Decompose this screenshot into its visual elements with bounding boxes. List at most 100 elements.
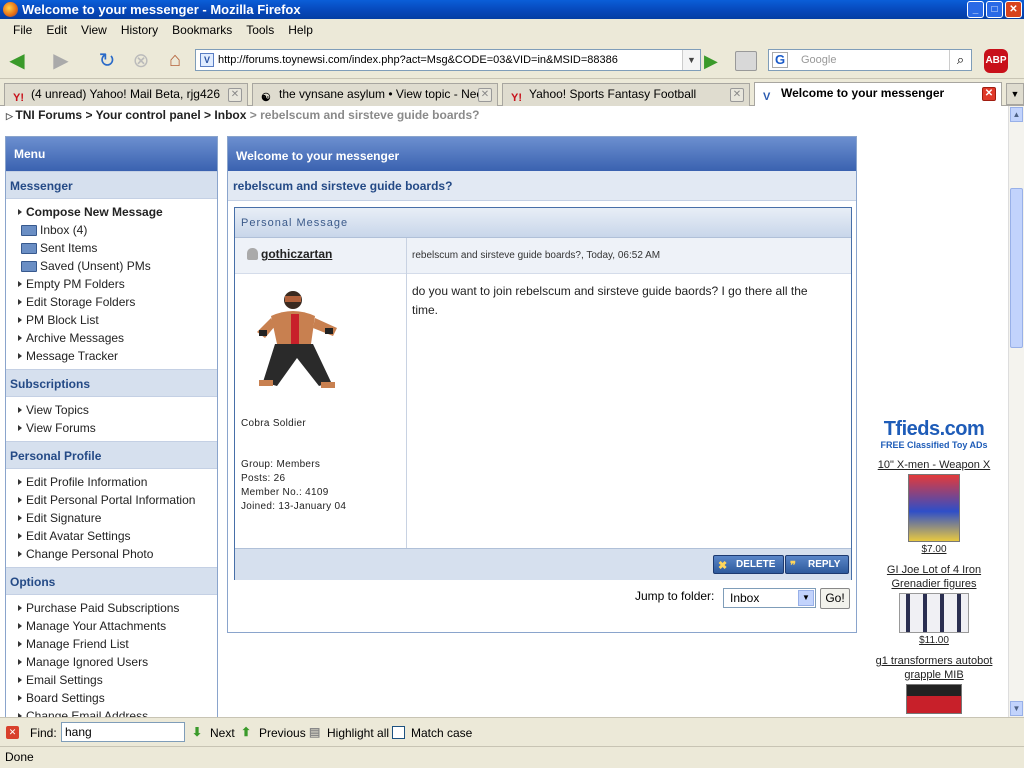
folder-icon bbox=[21, 261, 37, 272]
pm-body: do you want to join rebelscum and sirste… bbox=[412, 284, 808, 317]
member-joined: Joined: 13-January 04 bbox=[241, 501, 347, 512]
tab-list-dropdown-icon[interactable]: ▼ bbox=[1006, 83, 1024, 105]
ad-item[interactable]: g1 transformers autobot grapple MIB bbox=[866, 654, 1002, 714]
sidebar-item-edit-portal[interactable]: Edit Personal Portal Information bbox=[18, 491, 217, 509]
scroll-down-icon[interactable]: ▼ bbox=[1010, 701, 1023, 716]
sidebar-item-view-topics[interactable]: View Topics bbox=[18, 401, 217, 419]
find-input[interactable]: hang bbox=[61, 722, 185, 742]
tab-label: (4 unread) Yahoo! Mail Beta, rjg426 bbox=[31, 87, 221, 101]
sidebar-item-email-settings[interactable]: Email Settings bbox=[18, 671, 217, 689]
ad-image[interactable] bbox=[906, 684, 962, 714]
scrollbar-thumb[interactable] bbox=[1010, 188, 1023, 348]
close-tab-icon[interactable]: ✕ bbox=[982, 87, 996, 101]
home-button[interactable]: ⌂ bbox=[162, 47, 188, 73]
back-button[interactable]: ◀ bbox=[4, 47, 30, 73]
url-dropdown-icon[interactable]: ▼ bbox=[682, 50, 700, 70]
jump-folder-select[interactable]: Inbox ▼ bbox=[723, 588, 816, 608]
close-window-button[interactable]: ✕ bbox=[1005, 1, 1022, 18]
match-case-checkbox[interactable] bbox=[392, 726, 405, 739]
search-box[interactable]: G Google ⌕ bbox=[768, 49, 972, 71]
ad-title[interactable]: g1 transformers autobot grapple MIB bbox=[866, 654, 1002, 682]
menu-file[interactable]: File bbox=[6, 23, 39, 37]
ad-price[interactable]: $11.00 bbox=[866, 635, 1002, 646]
sidebar-item-board-settings[interactable]: Board Settings bbox=[18, 689, 217, 707]
ad-item[interactable]: GI Joe Lot of 4 Iron Grenadier figures $… bbox=[866, 563, 1002, 646]
scroll-up-icon[interactable]: ▲ bbox=[1010, 107, 1023, 122]
breadcrumb-inbox[interactable]: Inbox bbox=[214, 108, 246, 122]
sidebar-item-archive[interactable]: Archive Messages bbox=[18, 329, 217, 347]
go-button[interactable]: Go! bbox=[820, 588, 850, 609]
sidebar-item-compose[interactable]: Compose New Message bbox=[18, 203, 217, 221]
search-input[interactable]: Google bbox=[801, 50, 836, 70]
menu-view[interactable]: View bbox=[74, 23, 114, 37]
ad-title[interactable]: 10" X-men - Weapon X bbox=[866, 458, 1002, 472]
delete-button[interactable]: ✖ DELETE bbox=[713, 555, 785, 574]
sidebar-item-edit-profile[interactable]: Edit Profile Information bbox=[18, 473, 217, 491]
highlight-all-button[interactable]: ▤ Highlight all bbox=[309, 725, 389, 740]
reload-button[interactable]: ↻ bbox=[94, 47, 120, 73]
tab-yahoo-fantasy-football[interactable]: Y! Yahoo! Sports Fantasy Football ✕ bbox=[502, 83, 750, 106]
google-engine-icon[interactable]: G bbox=[772, 52, 788, 68]
find-previous-button[interactable]: ⬆ Previous bbox=[241, 725, 306, 740]
minimize-button[interactable]: _ bbox=[967, 1, 984, 18]
print-icon[interactable] bbox=[735, 51, 757, 71]
delete-label: DELETE bbox=[736, 559, 776, 570]
menu-tools[interactable]: Tools bbox=[239, 23, 281, 37]
sidebar-item-change-photo[interactable]: Change Personal Photo bbox=[18, 545, 217, 563]
sidebar-item-inbox[interactable]: Inbox (4) bbox=[18, 221, 217, 239]
ad-title[interactable]: GI Joe Lot of 4 Iron Grenadier figures bbox=[866, 563, 1002, 591]
author-link[interactable]: gothiczartan bbox=[247, 247, 332, 261]
match-case-label[interactable]: Match case bbox=[411, 726, 472, 740]
forward-button[interactable]: ▶ bbox=[48, 47, 74, 73]
maximize-button[interactable]: □ bbox=[986, 1, 1003, 18]
sidebar-item-edit-avatar[interactable]: Edit Avatar Settings bbox=[18, 527, 217, 545]
sidebar-item-edit-folders[interactable]: Edit Storage Folders bbox=[18, 293, 217, 311]
tfieds-logo[interactable]: Tfieds.com bbox=[866, 418, 1002, 440]
sidebar-item-saved[interactable]: Saved (Unsent) PMs bbox=[18, 257, 217, 275]
sidebar-item-label: Inbox (4) bbox=[40, 223, 88, 237]
close-tab-icon[interactable]: ✕ bbox=[478, 88, 492, 102]
sidebar-item-ignored-users[interactable]: Manage Ignored Users bbox=[18, 653, 217, 671]
sidebar-item-friend-list[interactable]: Manage Friend List bbox=[18, 635, 217, 653]
chevron-down-icon[interactable]: ▼ bbox=[798, 590, 814, 606]
x-icon: ✖ bbox=[718, 560, 728, 572]
sidebar-item-change-email[interactable]: Change Email Address bbox=[18, 707, 217, 717]
find-next-button[interactable]: ⬇ Next bbox=[192, 725, 235, 740]
ad-image[interactable] bbox=[899, 593, 969, 633]
search-icon[interactable]: ⌕ bbox=[949, 50, 971, 70]
section-messenger: Messenger bbox=[6, 171, 217, 199]
subscriptions-list: View Topics View Forums bbox=[6, 397, 217, 441]
sidebar-item-block-list[interactable]: PM Block List bbox=[18, 311, 217, 329]
adblock-plus-button[interactable]: ABP bbox=[984, 49, 1008, 73]
tab-vynsane-asylum[interactable]: ☯ the vynsane asylum • View topic - Nee.… bbox=[252, 83, 498, 106]
breadcrumb-tni-forums[interactable]: TNI Forums bbox=[15, 108, 82, 122]
sidebar-item-attachments[interactable]: Manage Your Attachments bbox=[18, 617, 217, 635]
menu-edit[interactable]: Edit bbox=[39, 23, 74, 37]
menu-help[interactable]: Help bbox=[281, 23, 320, 37]
sidebar-item-tracker[interactable]: Message Tracker bbox=[18, 347, 217, 365]
close-tab-icon[interactable]: ✕ bbox=[730, 88, 744, 102]
find-bar: ✕ Find: hang ⬇ Next ⬆ Previous ▤ Highlight … bbox=[0, 717, 1024, 746]
vertical-scrollbar[interactable]: ▲ ▼ bbox=[1008, 106, 1024, 717]
stop-button[interactable]: ⊗ bbox=[128, 47, 154, 73]
tab-yahoo-mail[interactable]: Y! (4 unread) Yahoo! Mail Beta, rjg426 ✕ bbox=[4, 83, 248, 106]
breadcrumb-control-panel[interactable]: Your control panel bbox=[96, 108, 201, 122]
sidebar-item-empty-folders[interactable]: Empty PM Folders bbox=[18, 275, 217, 293]
sidebar-item-paid-subscriptions[interactable]: Purchase Paid Subscriptions bbox=[18, 599, 217, 617]
menu-bar: File Edit View History Bookmarks Tools H… bbox=[0, 19, 1024, 41]
ad-image[interactable] bbox=[908, 474, 960, 542]
menu-bookmarks[interactable]: Bookmarks bbox=[165, 23, 239, 37]
close-find-icon[interactable]: ✕ bbox=[6, 726, 19, 739]
ad-price[interactable]: $7.00 bbox=[866, 544, 1002, 555]
close-tab-icon[interactable]: ✕ bbox=[228, 88, 242, 102]
url-bar[interactable]: V http://forums.toynewsi.com/index.php?a… bbox=[195, 49, 701, 71]
sidebar-item-sent[interactable]: Sent Items bbox=[18, 239, 217, 257]
go-arrow-icon[interactable]: ▶ bbox=[704, 51, 718, 72]
ad-item[interactable]: 10" X-men - Weapon X $7.00 bbox=[866, 458, 1002, 555]
tab-label: the vynsane asylum • View topic - Nee... bbox=[279, 87, 494, 101]
reply-button[interactable]: ❞ REPLY bbox=[785, 555, 850, 574]
sidebar-item-edit-signature[interactable]: Edit Signature bbox=[18, 509, 217, 527]
sidebar-item-view-forums[interactable]: View Forums bbox=[18, 419, 217, 437]
menu-history[interactable]: History bbox=[114, 23, 165, 37]
tab-messenger[interactable]: V Welcome to your messenger ✕ bbox=[754, 82, 1002, 106]
